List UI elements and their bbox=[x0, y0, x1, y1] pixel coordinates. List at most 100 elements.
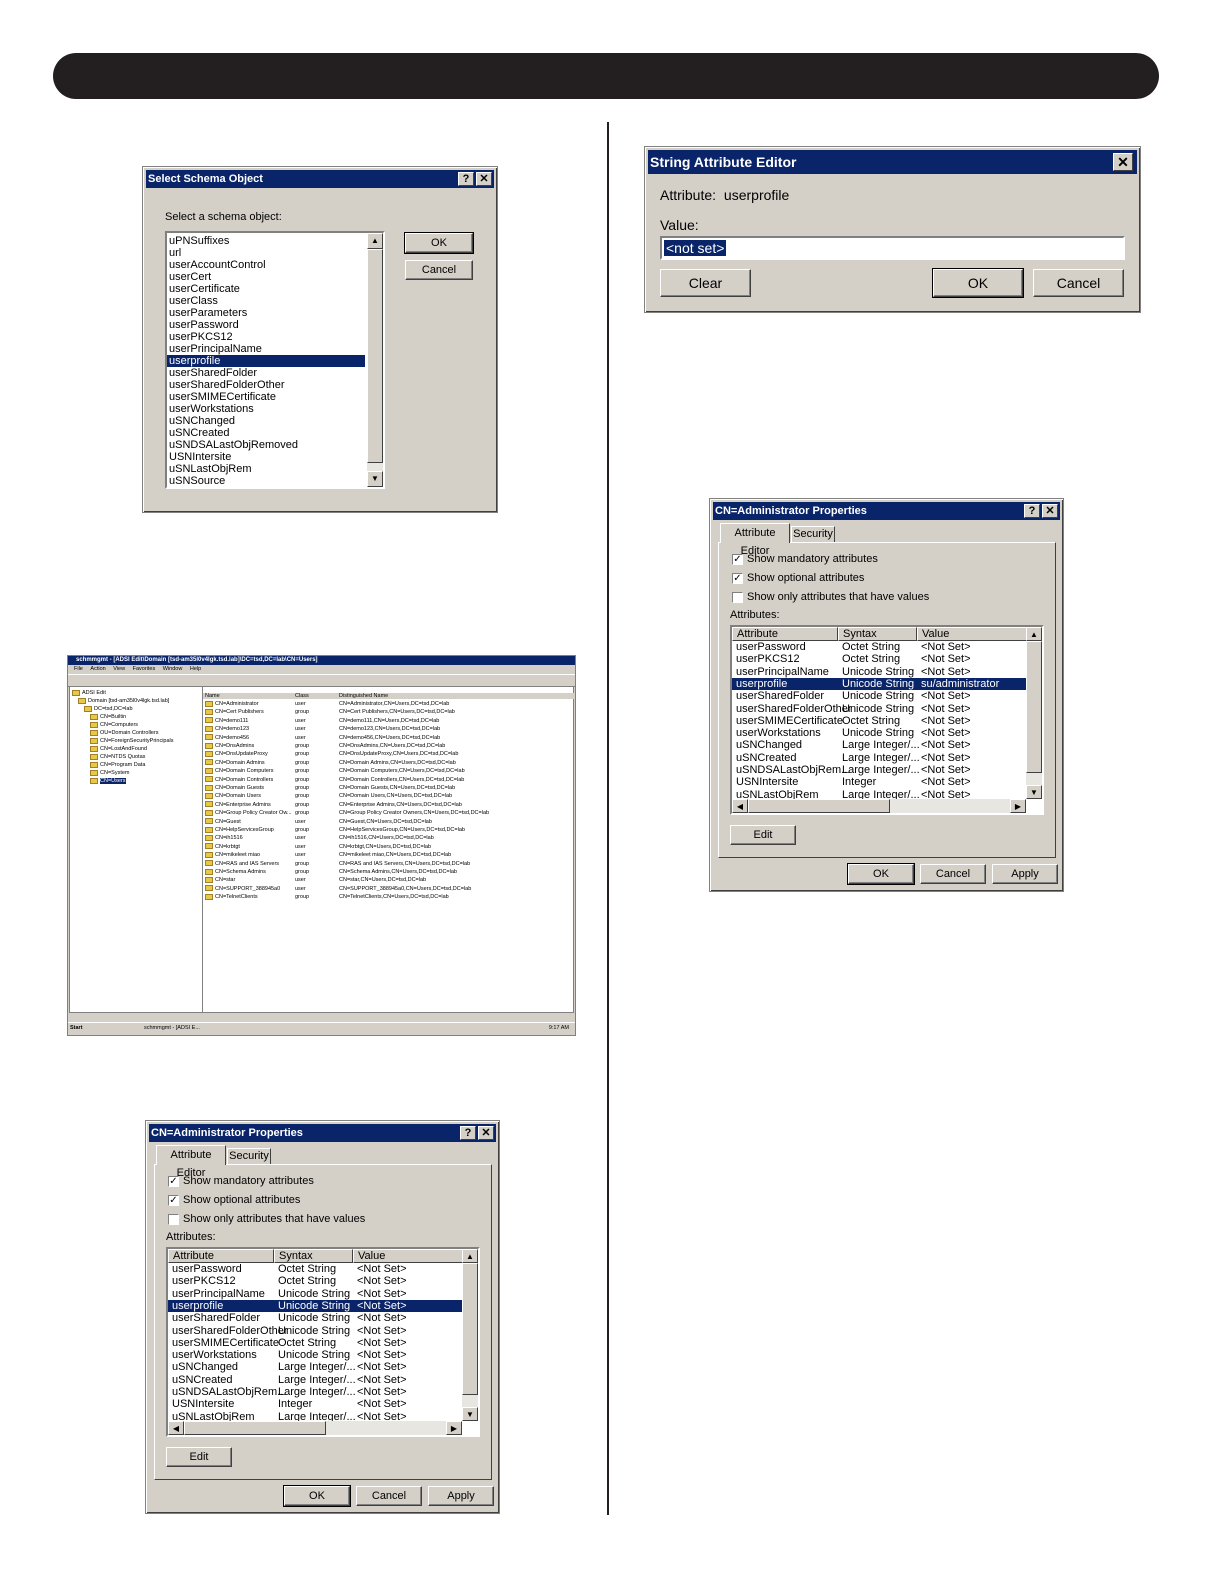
tab-security[interactable]: Security bbox=[791, 526, 835, 543]
table-row[interactable]: CN=Domain Computers group CN=Domain Comput… bbox=[203, 767, 573, 775]
list-item[interactable]: uSNLastObjRem bbox=[167, 463, 365, 475]
table-row[interactable]: CN=SUPPORT_388945a0 user CN=SUPPORT_388945… bbox=[203, 885, 573, 893]
tree-node[interactable]: CN=LostAndFound bbox=[90, 745, 147, 753]
table-row[interactable]: uSNDSALastObjRem... Large Integer/... <Not… bbox=[168, 1386, 464, 1398]
scroll-thumb[interactable] bbox=[748, 799, 890, 813]
ok-button[interactable]: OK bbox=[847, 863, 915, 885]
ok-button[interactable]: OK bbox=[404, 232, 474, 254]
help-icon[interactable]: ? bbox=[1024, 504, 1040, 518]
table-row[interactable]: CN=DnsAdmins group CN=DnsAdmins,CN=Users,D… bbox=[203, 742, 573, 750]
table-row[interactable]: CN=DnsUpdateProxy group CN=DnsUpdateProxy,… bbox=[203, 750, 573, 758]
tree-node[interactable]: Domain [tsd-am35l0v4lgk.tsd.lab] bbox=[78, 697, 169, 705]
tab-attribute-editor[interactable]: Attribute Editor bbox=[156, 1145, 226, 1179]
grid-hscrollbar[interactable]: ◀ ▶ bbox=[732, 799, 1026, 813]
ok-button[interactable]: OK bbox=[283, 1485, 351, 1507]
table-row[interactable]: userSharedFolder Unicode String <Not Set> bbox=[168, 1312, 464, 1324]
scroll-up-icon[interactable]: ▲ bbox=[462, 1249, 478, 1263]
table-row[interactable]: userPassword Octet String <Not Set> bbox=[732, 641, 1028, 653]
table-row[interactable]: userSharedFolderOther Unicode String <Not … bbox=[168, 1325, 464, 1337]
grid-hscrollbar[interactable]: ◀ ▶ bbox=[168, 1421, 462, 1435]
tab-attribute-editor[interactable]: Attribute Editor bbox=[720, 523, 790, 557]
table-row[interactable]: CN=demo111 user CN=demo111,CN=Users,DC=tsd… bbox=[203, 717, 573, 725]
scroll-thumb[interactable] bbox=[367, 249, 383, 463]
taskbar-item[interactable]: schmmgmt - [ADSI E... bbox=[144, 1025, 200, 1031]
start-button[interactable]: Start bbox=[70, 1025, 83, 1031]
table-row[interactable]: userWorkstations Unicode String <Not Set> bbox=[168, 1349, 464, 1361]
list-item[interactable]: userClass bbox=[167, 295, 365, 307]
list-item[interactable]: userWorkstations bbox=[167, 403, 365, 415]
table-row[interactable]: CN=Group Policy Creator Ow... group CN=Gro… bbox=[203, 809, 573, 817]
menu-window[interactable]: Window bbox=[163, 666, 183, 672]
scroll-left-icon[interactable]: ◀ bbox=[168, 1421, 184, 1435]
list-item[interactable]: userParameters bbox=[167, 307, 365, 319]
table-row[interactable]: userprofile Unicode String <Not Set> bbox=[168, 1299, 464, 1313]
table-row[interactable]: userprofile Unicode String su/administrato… bbox=[732, 677, 1028, 691]
col-header-syntax[interactable]: Syntax bbox=[274, 1249, 353, 1263]
table-row[interactable]: CN=Enterprise Admins group CN=Enterprise A… bbox=[203, 801, 573, 809]
apply-button[interactable]: Apply bbox=[428, 1486, 494, 1506]
edit-button[interactable]: Edit bbox=[730, 825, 796, 845]
table-row[interactable]: CN=RAS and IAS Servers group CN=RAS and IA… bbox=[203, 860, 573, 868]
cancel-button[interactable]: Cancel bbox=[356, 1486, 422, 1506]
edit-button[interactable]: Edit bbox=[166, 1447, 232, 1467]
table-row[interactable]: userPrincipalName Unicode String <Not Set> bbox=[732, 666, 1028, 678]
tree-node[interactable]: CN=Computers bbox=[90, 721, 138, 729]
table-row[interactable]: USNIntersite Integer <Not Set> bbox=[168, 1398, 464, 1410]
table-row[interactable]: CN=Domain Guests group CN=Domain Guests,CN… bbox=[203, 784, 573, 792]
list-item[interactable]: userSMIMECertificate bbox=[167, 391, 365, 403]
menu-file[interactable]: File bbox=[74, 666, 83, 672]
tree-node[interactable]: ADSI Edit bbox=[72, 689, 106, 697]
menu-view[interactable]: View bbox=[113, 666, 125, 672]
table-row[interactable]: CN=demo456 user CN=demo456,CN=Users,DC=tsd… bbox=[203, 734, 573, 742]
table-row[interactable]: CN=demo123 user CN=demo123,CN=Users,DC=tsd… bbox=[203, 725, 573, 733]
table-row[interactable]: CN=Domain Admins group CN=Domain Admins,CN… bbox=[203, 759, 573, 767]
scroll-down-icon[interactable]: ▼ bbox=[1026, 785, 1042, 799]
table-row[interactable]: CN=Cert Publishers group CN=Cert Publisher… bbox=[203, 708, 573, 716]
schema-object-list[interactable]: uPNSuffixes url userAccountControl userCert… bbox=[165, 231, 385, 489]
table-row[interactable]: userSMIMECertificate Octet String <Not Set… bbox=[168, 1337, 464, 1349]
table-row[interactable]: CN=mikeleet miao user CN=mikeleet miao,CN=… bbox=[203, 851, 573, 859]
cancel-button[interactable]: Cancel bbox=[920, 864, 986, 884]
scroll-right-icon[interactable]: ▶ bbox=[446, 1421, 462, 1435]
scroll-down-icon[interactable]: ▼ bbox=[462, 1407, 478, 1421]
grid-vscrollbar[interactable]: ▲ ▼ bbox=[462, 1249, 478, 1421]
list-item[interactable]: userCert bbox=[167, 271, 365, 283]
list-item[interactable]: userCertificate bbox=[167, 283, 365, 295]
tree-node[interactable]: OU=Domain Controllers bbox=[90, 729, 159, 737]
menu-help[interactable]: Help bbox=[190, 666, 201, 672]
table-row[interactable]: USNIntersite Integer <Not Set> bbox=[732, 776, 1028, 788]
scroll-down-icon[interactable]: ▼ bbox=[367, 471, 383, 487]
table-row[interactable]: CN=ih1516 user CN=ih1516,CN=Users,DC=tsd,D… bbox=[203, 834, 573, 842]
value-input[interactable]: <not set> bbox=[660, 236, 1125, 260]
list-item[interactable]: userAccountControl bbox=[167, 259, 365, 271]
list-item[interactable]: userPrincipalName bbox=[167, 343, 365, 355]
col-header-attribute[interactable]: Attribute bbox=[168, 1249, 274, 1263]
list-item[interactable]: userSharedFolder bbox=[167, 367, 365, 379]
table-row[interactable]: uSNDSALastObjRem... Large Integer/... <Not… bbox=[732, 764, 1028, 776]
tree-node[interactable]: CN=System bbox=[90, 769, 130, 777]
list-item[interactable]: userSharedFolderOther bbox=[167, 379, 365, 391]
scroll-up-icon[interactable]: ▲ bbox=[1026, 627, 1042, 641]
table-row[interactable]: userPrincipalName Unicode String <Not Set> bbox=[168, 1288, 464, 1300]
list-item[interactable]: userPKCS12 bbox=[167, 331, 365, 343]
table-row[interactable]: uSNCreated Large Integer/... <Not Set> bbox=[168, 1374, 464, 1386]
scroll-right-icon[interactable]: ▶ bbox=[1010, 799, 1026, 813]
col-header-value[interactable]: Value bbox=[353, 1249, 464, 1263]
tree-node[interactable]: DC=tsd,DC=lab bbox=[84, 705, 133, 713]
close-icon[interactable]: ✕ bbox=[1113, 153, 1133, 171]
table-row[interactable]: CN=Domain Users group CN=Domain Users,CN=U… bbox=[203, 792, 573, 800]
results-pane[interactable]: Name Class Distinguished Name CN=Adminis… bbox=[202, 686, 575, 1013]
help-icon[interactable]: ? bbox=[458, 172, 474, 186]
tree-pane[interactable]: ADSI Edit Domain [tsd-am35l0v4lgk.tsd.lab… bbox=[69, 686, 203, 1013]
list-item[interactable]: url bbox=[167, 247, 365, 259]
checkbox-only-values[interactable] bbox=[168, 1214, 179, 1225]
col-header-class[interactable]: Class bbox=[293, 693, 338, 699]
apply-button[interactable]: Apply bbox=[992, 864, 1058, 884]
list-item[interactable]: userPassword bbox=[167, 319, 365, 331]
scroll-thumb[interactable] bbox=[184, 1421, 326, 1435]
table-row[interactable]: uSNCreated Large Integer/... <Not Set> bbox=[732, 752, 1028, 764]
col-header-syntax[interactable]: Syntax bbox=[838, 627, 917, 641]
col-header-value[interactable]: Value bbox=[917, 627, 1028, 641]
menu-action[interactable]: Action bbox=[90, 666, 105, 672]
scroll-thumb[interactable] bbox=[1026, 641, 1042, 773]
